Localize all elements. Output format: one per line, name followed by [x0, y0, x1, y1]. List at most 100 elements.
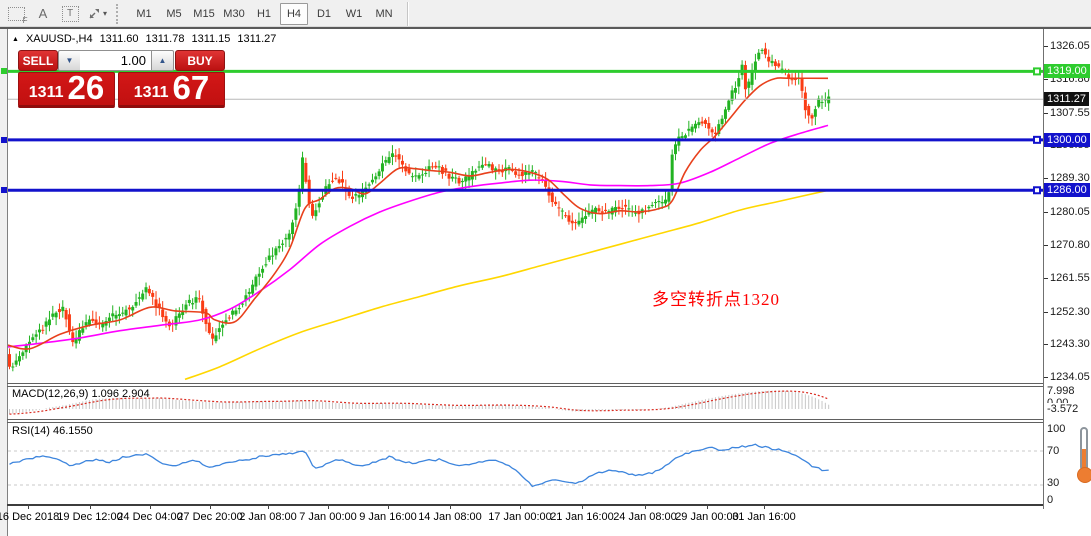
price-tick-label: 1270.80	[1050, 239, 1090, 251]
rsi-axis-label: 30	[1047, 477, 1060, 489]
macd-separator-bottom	[7, 386, 1091, 387]
sell-button[interactable]: SELL	[18, 50, 58, 71]
price-tick-label: 1280.05	[1050, 205, 1090, 218]
hline-handle-left[interactable]	[1, 136, 7, 143]
time-axis-label: 2 Jan 08:00	[239, 511, 297, 523]
price-tick-mark	[1044, 344, 1048, 346]
label-t-icon[interactable]: T	[58, 3, 82, 25]
ohlc-open: 1311.60	[99, 33, 139, 45]
time-axis-label: 19 Dec 12:00	[57, 511, 123, 523]
rsi-separator-bottom	[7, 422, 1091, 423]
volume-input[interactable]	[80, 50, 151, 71]
toolbar-grip	[116, 3, 123, 24]
price-tick-label: 1261.55	[1050, 272, 1090, 285]
time-tick-mark	[450, 504, 451, 509]
tf-m5-button[interactable]: M5	[160, 3, 188, 25]
time-tick-mark	[268, 504, 269, 509]
time-axis-label: 24 Jan 08:00	[613, 511, 677, 523]
hline-handle-left[interactable]	[1, 187, 7, 194]
volume-increase-button[interactable]: ▲	[151, 50, 174, 71]
time-axis-label: 29 Jan 00:00	[675, 511, 739, 523]
price-tick-mark	[1044, 79, 1048, 81]
price-tick-label: 1234.05	[1050, 371, 1090, 384]
macd-axis-label: 7.998	[1047, 385, 1075, 397]
thermometer-icon	[1076, 427, 1091, 485]
price-tick-mark	[1044, 211, 1048, 213]
tf-w1-button[interactable]: W1	[340, 3, 368, 25]
time-tick-mark	[150, 504, 151, 509]
time-axis-label: 17 Jan 00:00	[488, 511, 552, 523]
medium-ma-line	[8, 124, 829, 348]
price-tick-mark	[1044, 377, 1048, 379]
time-axis-label: 31 Jan 16:00	[732, 511, 796, 523]
price-badge: 1300.00	[1044, 132, 1090, 147]
buy-price-main: 1311	[133, 84, 169, 101]
chevron-down-icon: ▾	[102, 9, 107, 18]
price-tick-mark	[1044, 112, 1048, 114]
macd-separator-top	[7, 383, 1091, 384]
volume-decrease-button[interactable]: ▼	[58, 50, 81, 71]
price-badge: 1286.00	[1044, 183, 1090, 198]
time-axis-label: 14 Jan 08:00	[418, 511, 482, 523]
collapse-icon[interactable]: ▲	[12, 36, 19, 43]
timeframe-group: M1 M5 M15 M30 H1 H4 D1 W1 MN	[130, 2, 398, 25]
rsi-separator-top	[7, 419, 1091, 420]
rsi-axis-label: 70	[1047, 445, 1060, 457]
symbol-name: XAUUSD-,H4	[25, 33, 93, 45]
text-a-icon[interactable]: A	[31, 3, 55, 25]
buy-price-display[interactable]: 1311 67	[118, 71, 225, 108]
price-tick-label: 1252.30	[1050, 305, 1090, 318]
price-tick-mark	[1044, 278, 1048, 280]
time-tick-mark	[90, 504, 91, 509]
symbol-header: ▲ XAUUSD-,H4 1311.60 1311.78 1311.15 131…	[12, 33, 276, 45]
time-tick-mark	[707, 504, 708, 509]
sell-price-pips: 26	[67, 69, 105, 106]
buy-button[interactable]: BUY	[175, 50, 225, 71]
tf-m15-button[interactable]: M15	[190, 3, 218, 25]
rsi-axis-label: 100	[1047, 423, 1066, 435]
tf-m30-button[interactable]: M30	[220, 3, 248, 25]
rsi-axis-label: 0	[1047, 494, 1054, 506]
price-badge: 1311.27	[1044, 92, 1089, 107]
rsi-panel-svg[interactable]	[8, 423, 1043, 504]
ohlc-high: 1311.78	[145, 33, 185, 45]
time-axis-label: 27 Dec 20:00	[177, 511, 243, 523]
time-axis-label: 16 Dec 2018	[0, 511, 60, 523]
time-tick-mark	[210, 504, 211, 509]
tf-h1-button[interactable]: H1	[250, 3, 278, 25]
time-axis-label: 24 Dec 04:00	[117, 511, 183, 523]
rsi-label: RSI(14) 46.1550	[12, 425, 93, 437]
toolbar-separator	[407, 1, 409, 26]
tf-d1-button[interactable]: D1	[310, 3, 338, 25]
price-tick-mark	[1044, 178, 1048, 180]
time-tick-mark	[328, 504, 329, 509]
mt4-application: F A T ▾ M1 M5 M15 M30 H1 H4 D1 W1 MN ▲ XAUUSD-,H…	[0, 0, 1091, 536]
price-tick-label: 1307.55	[1050, 106, 1090, 119]
time-tick-mark	[388, 504, 389, 509]
ohlc-low: 1311.15	[191, 33, 231, 45]
time-axis-label: 9 Jan 16:00	[359, 511, 417, 523]
tf-mn-button[interactable]: MN	[370, 3, 398, 25]
macd-panel-svg[interactable]	[8, 387, 1043, 418]
sell-price-display[interactable]: 1311 26	[18, 69, 115, 108]
price-tick-label: 1243.30	[1050, 338, 1090, 351]
time-axis-label: 7 Jan 00:00	[299, 511, 357, 523]
price-tick-mark	[1044, 311, 1048, 313]
arrows-icon[interactable]: ▾	[85, 3, 109, 25]
ohlc-close: 1311.27	[237, 33, 277, 45]
time-tick-mark	[582, 504, 583, 509]
diagonal-arrows-glyph	[89, 9, 99, 19]
macd-label: MACD(12,26,9) 1.096 2.904	[12, 388, 150, 400]
tf-m1-button[interactable]: M1	[130, 3, 158, 25]
sell-price-main: 1311	[28, 84, 64, 101]
price-tick-mark	[1044, 46, 1048, 47]
price-tick-label: 1326.05	[1050, 40, 1090, 52]
one-click-trading-panel: SELL ▼ ▲ BUY 1311 26 1311 67	[18, 50, 225, 108]
hline-handle-left[interactable]	[1, 68, 7, 75]
macd-axis-label: -3.572	[1047, 403, 1079, 415]
price-tick-mark	[1044, 245, 1048, 246]
time-tick-mark	[28, 504, 29, 509]
tf-h4-button[interactable]: H4	[280, 2, 308, 25]
frame-f-icon[interactable]: F	[4, 3, 28, 25]
chart-annotation-text: 多空转折点1320	[652, 290, 780, 309]
